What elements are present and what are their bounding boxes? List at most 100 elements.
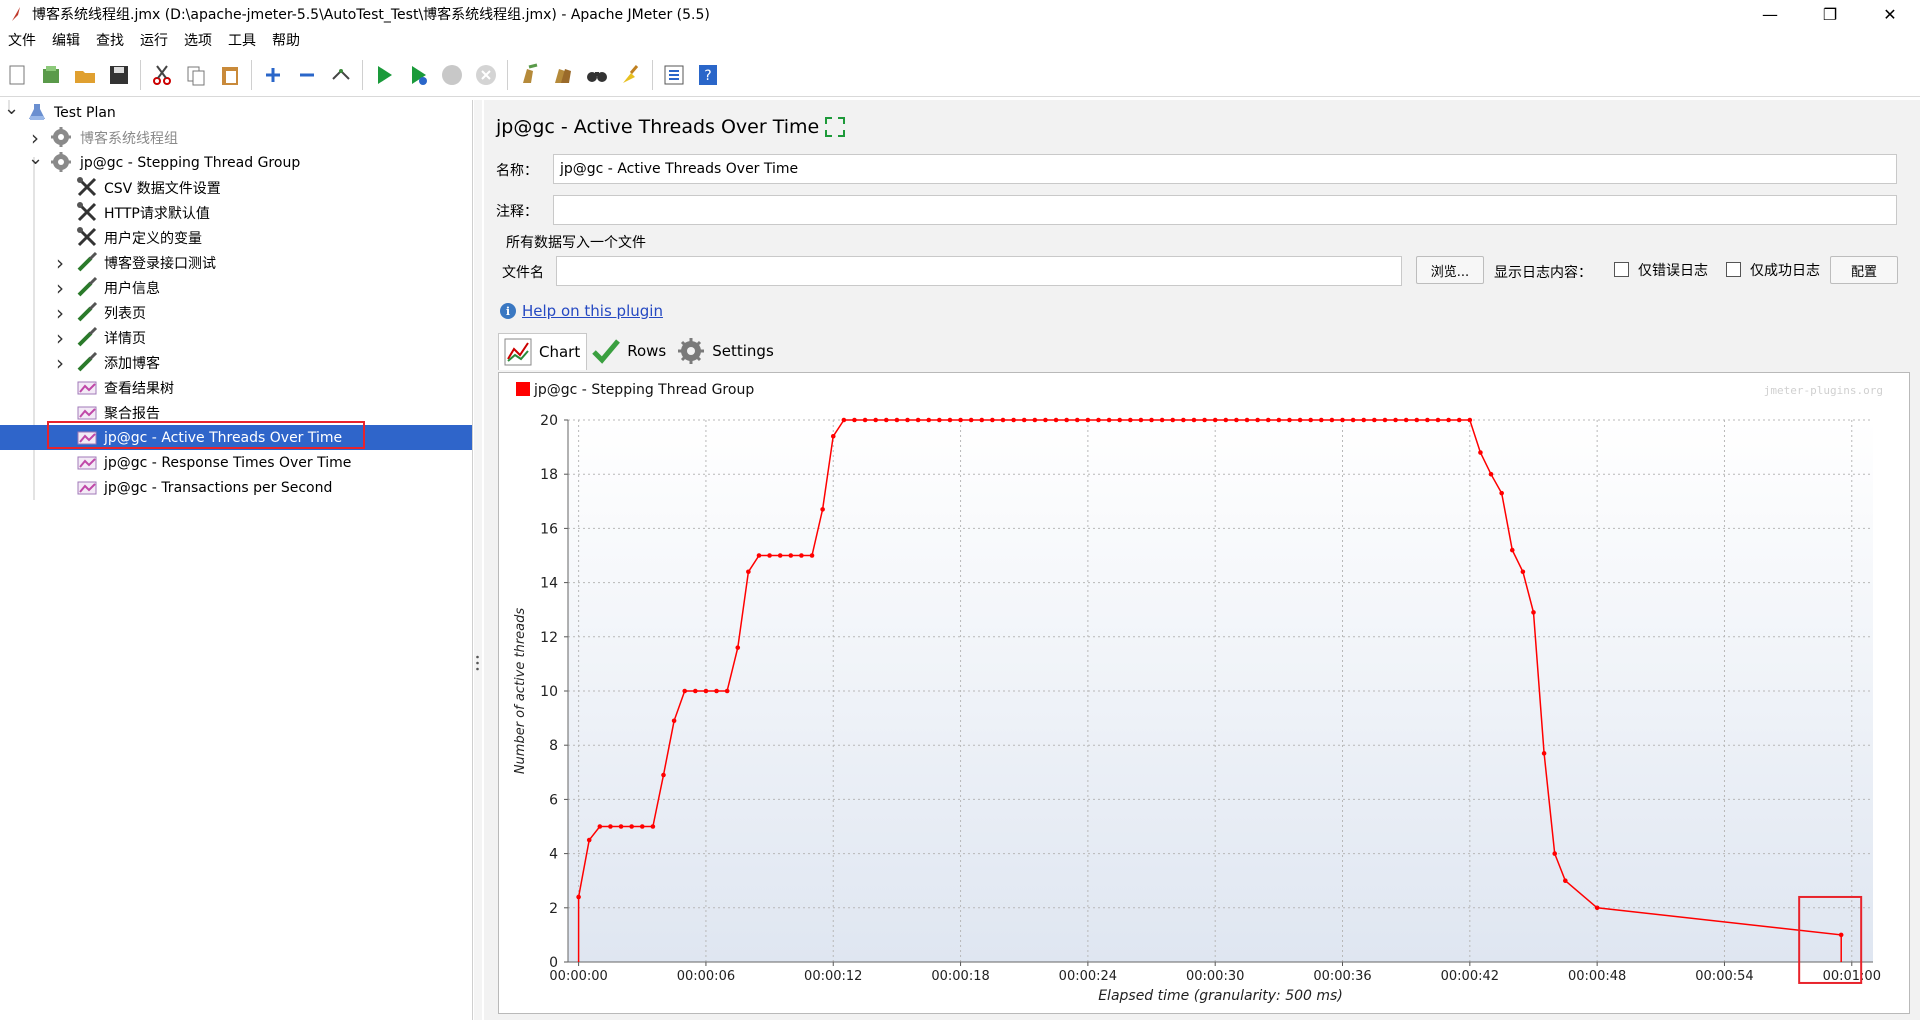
search-icon[interactable] — [581, 59, 613, 91]
data-point — [883, 417, 889, 423]
toggle-icon[interactable] — [325, 59, 357, 91]
browse-button[interactable]: 浏览... — [1416, 256, 1484, 284]
info-icon: i — [500, 303, 516, 319]
tree-item-csv-config[interactable]: CSV 数据文件设置 — [0, 175, 472, 200]
chevron-down-icon[interactable]: ⌄ — [28, 148, 43, 169]
tree-item-stepping-thread-group[interactable]: ⌄ jp@gc - Stepping Thread Group — [0, 148, 472, 175]
data-point — [608, 824, 613, 829]
data-point — [1074, 417, 1080, 423]
svg-text:?: ? — [704, 68, 711, 84]
paste-icon[interactable] — [214, 59, 246, 91]
rows-check-icon — [592, 339, 621, 364]
comment-field[interactable] — [553, 195, 1897, 225]
tree-item-test-plan[interactable]: ⌄ Test Plan — [0, 98, 472, 125]
thread-group-icon — [51, 152, 71, 172]
errors-only-checkbox[interactable] — [1614, 262, 1629, 277]
reset-search-icon[interactable] — [615, 59, 647, 91]
help-row: i Help on this plugin — [500, 302, 663, 320]
menu-edit[interactable]: 编辑 — [44, 30, 88, 50]
selection-highlight-box — [47, 421, 365, 449]
split-pane-divider[interactable] — [474, 100, 482, 1020]
drag-handle-icon[interactable] — [476, 655, 479, 671]
filename-field[interactable] — [556, 256, 1402, 286]
copy-icon[interactable] — [180, 59, 212, 91]
tree-item-list-page[interactable]: › 列表页 — [0, 300, 472, 325]
data-point — [979, 417, 985, 423]
tree-item-view-results-tree[interactable]: 查看结果树 — [0, 375, 472, 400]
data-point — [1350, 417, 1356, 423]
data-point — [1021, 417, 1027, 423]
chevron-right-icon[interactable]: › — [28, 126, 42, 150]
menu-tools[interactable]: 工具 — [220, 30, 264, 50]
chevron-down-icon[interactable]: ⌄ — [4, 98, 19, 119]
configure-button[interactable]: 配置 — [1830, 256, 1898, 284]
start-no-pauses-icon[interactable] — [402, 59, 434, 91]
data-point — [703, 688, 709, 694]
chevron-right-icon[interactable]: › — [53, 301, 67, 325]
start-icon[interactable] — [368, 59, 400, 91]
new-icon[interactable] — [1, 59, 33, 91]
data-point — [1011, 417, 1016, 423]
listener-icon — [77, 456, 97, 470]
chevron-right-icon[interactable]: › — [53, 276, 67, 300]
clear-icon[interactable] — [513, 59, 545, 91]
data-point — [1032, 417, 1038, 423]
templates-icon[interactable] — [35, 59, 67, 91]
tree-item-transactions-per-second[interactable]: jp@gc - Transactions per Second — [0, 475, 472, 500]
data-point — [915, 417, 921, 423]
tree-item-blog-thread-group[interactable]: › 博客系统线程组 — [0, 125, 472, 150]
tree-item-user-variables[interactable]: 用户定义的变量 — [0, 225, 472, 250]
toolbar-separator — [251, 60, 252, 90]
y-tick-label: 6 — [549, 792, 558, 808]
maximize-icon[interactable] — [824, 116, 846, 138]
name-field[interactable]: jp@gc - Active Threads Over Time — [553, 154, 1897, 184]
tree-item-add-blog[interactable]: › 添加博客 — [0, 350, 472, 375]
chevron-right-icon[interactable]: › — [53, 326, 67, 350]
tree-item-http-defaults[interactable]: HTTP请求默认值 — [0, 200, 472, 225]
menu-options[interactable]: 选项 — [176, 30, 220, 50]
legend-swatch — [516, 382, 530, 396]
x-tick-label: 00:00:36 — [1313, 969, 1371, 984]
close-button[interactable]: ✕ — [1860, 0, 1920, 28]
data-point — [809, 553, 815, 558]
help-icon[interactable]: ? — [692, 59, 724, 91]
tab-chart[interactable]: Chart — [498, 332, 588, 370]
data-point — [597, 824, 603, 829]
save-icon[interactable] — [103, 59, 135, 91]
data-point — [841, 417, 847, 423]
open-icon[interactable] — [69, 59, 101, 91]
x-tick-label: 00:00:54 — [1695, 969, 1753, 984]
menu-search[interactable]: 查找 — [88, 30, 132, 50]
tree-item-response-times[interactable]: jp@gc - Response Times Over Time — [0, 450, 472, 475]
data-point — [1043, 417, 1048, 423]
tree-item-detail-page[interactable]: › 详情页 — [0, 325, 472, 350]
tree-item-user-info[interactable]: › 用户信息 — [0, 275, 472, 300]
active-threads-chart: 0246810121416182000:00:00 00:00:06 00:00:1… — [513, 382, 1883, 1004]
restore-button[interactable]: ❐ — [1800, 0, 1860, 28]
data-point — [1149, 417, 1154, 423]
success-only-checkbox[interactable] — [1726, 262, 1741, 277]
clear-all-icon[interactable] — [547, 59, 579, 91]
minimize-button[interactable]: — — [1740, 0, 1800, 28]
data-point — [958, 417, 963, 423]
tree-item-login-test[interactable]: › 博客登录接口测试 — [0, 250, 472, 275]
menu-run[interactable]: 运行 — [132, 30, 176, 50]
chevron-right-icon[interactable]: › — [53, 351, 67, 375]
sampler-icon — [77, 301, 98, 322]
tab-settings[interactable]: Settings — [672, 333, 780, 369]
chevron-right-icon[interactable]: › — [53, 251, 67, 275]
collapse-all-icon[interactable] — [291, 59, 323, 91]
cut-icon[interactable] — [146, 59, 178, 91]
help-link[interactable]: Help on this plugin — [522, 302, 663, 320]
menu-file[interactable]: 文件 — [0, 30, 44, 50]
shutdown-icon[interactable] — [470, 59, 502, 91]
data-point — [968, 417, 974, 423]
expand-all-icon[interactable] — [257, 59, 289, 91]
data-point — [746, 569, 751, 575]
toolbar-separator — [362, 60, 363, 90]
stop-icon[interactable] — [436, 59, 468, 91]
data-point — [777, 553, 783, 558]
menu-help[interactable]: 帮助 — [264, 30, 308, 50]
function-helper-icon[interactable] — [658, 59, 690, 91]
tab-rows[interactable]: Rows — [587, 333, 672, 369]
